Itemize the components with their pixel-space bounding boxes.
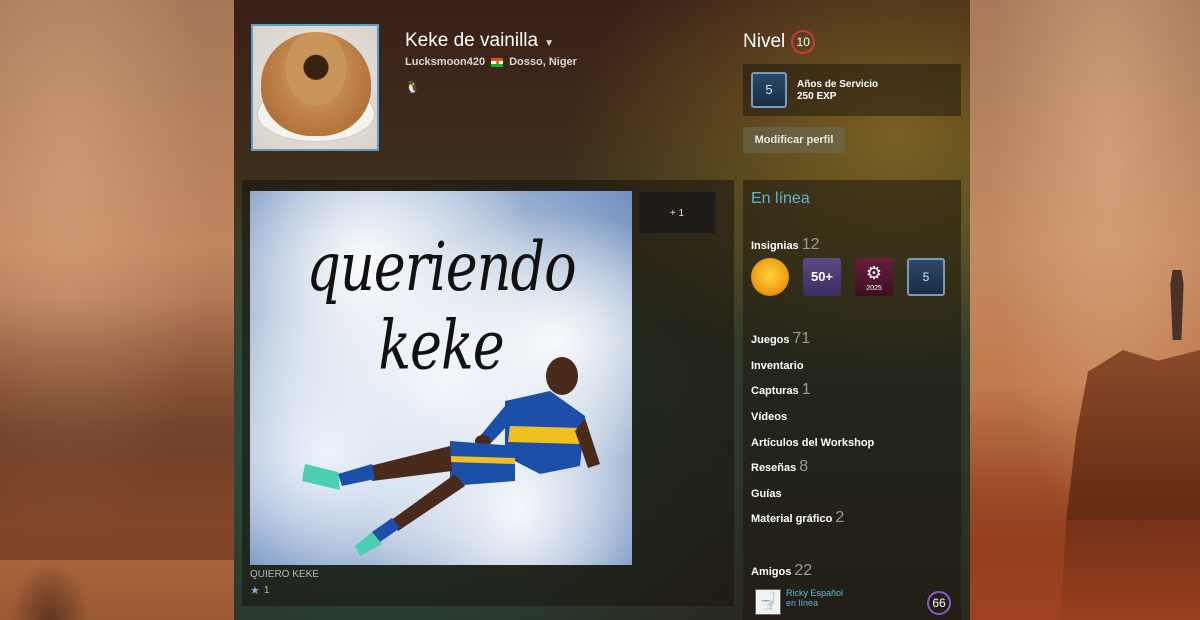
years-of-service-badge-icon[interactable]: 5: [907, 258, 945, 296]
artwork-showcase: queriendo keke + 1 QUIERO KEKE ★ 1: [242, 180, 734, 606]
background-tower: [1170, 270, 1184, 340]
toilet-icon: 🚽: [758, 593, 778, 610]
background-plant: [10, 560, 90, 620]
chevron-down-icon: ▼: [544, 37, 554, 49]
games-link[interactable]: Juegos 71: [751, 330, 810, 348]
badges-count: 12: [801, 236, 820, 253]
showcase-artwork-image[interactable]: queriendo keke: [250, 191, 632, 565]
reviews-label: Reseñas: [751, 462, 797, 474]
years-of-service-box[interactable]: 5 Años de Servicio 250 EXP: [743, 64, 961, 116]
friend-avatar[interactable]: 🚽: [755, 589, 781, 615]
friend-level-badge: 66: [927, 591, 951, 615]
friends-label: Amigos: [751, 566, 792, 578]
screenshots-count: 1: [801, 381, 811, 398]
background-right: [970, 0, 1200, 620]
coin-badge-icon[interactable]: [751, 258, 789, 296]
background-ground: [970, 520, 1200, 620]
profile-page: Keke de vainilla ▼ Lucksmoon420 Dosso, N…: [234, 0, 970, 620]
edit-profile-button[interactable]: Modificar perfil: [743, 127, 845, 153]
background-left: [0, 0, 234, 620]
games-count: 71: [792, 330, 811, 347]
artwork-caption[interactable]: QUIERO KEKE: [250, 569, 319, 580]
videos-link[interactable]: Vídeos: [751, 411, 787, 423]
friend-name[interactable]: Ricky Español: [786, 588, 843, 598]
profile-subline: Lucksmoon420 Dosso, Niger: [405, 56, 577, 68]
screenshots-label: Capturas: [751, 385, 799, 397]
screenshots-link[interactable]: Capturas 1: [751, 381, 811, 399]
games-label: Juegos: [751, 334, 790, 346]
workshop-label: Artículos del Workshop: [751, 437, 875, 449]
inventory-label: Inventario: [751, 360, 804, 372]
level-label: Nivel: [743, 31, 786, 52]
reclining-player-figure: [302, 357, 600, 556]
games-50-badge-icon[interactable]: 50+: [803, 258, 841, 296]
badges-label: Insignias: [751, 240, 799, 252]
friends-link[interactable]: Amigos 22: [751, 562, 812, 580]
videos-label: Vídeos: [751, 411, 788, 423]
penguin-icon[interactable]: 🐧: [405, 80, 420, 94]
reviews-count: 8: [799, 458, 809, 475]
artwork-count: 2: [835, 509, 845, 526]
location-text: Dosso, Niger: [509, 56, 577, 68]
persona-name-dropdown[interactable]: Keke de vainilla ▼: [405, 30, 554, 52]
inventory-link[interactable]: Inventario: [751, 360, 804, 372]
background-rock: [0, 300, 234, 560]
reviews-link[interactable]: Reseñas 8: [751, 458, 808, 476]
workshop-link[interactable]: Artículos del Workshop: [751, 437, 874, 449]
profile-avatar[interactable]: [251, 24, 379, 151]
friends-count: 22: [794, 562, 813, 579]
persona-name: Keke de vainilla: [405, 30, 539, 51]
avatar-cake: [261, 32, 371, 136]
award-count: 1: [263, 585, 270, 596]
badges-link[interactable]: Insignias 12: [751, 236, 819, 254]
award-row[interactable]: ★ 1: [250, 584, 269, 597]
steam-2025-badge-icon[interactable]: ⚙ 2025: [855, 258, 893, 296]
artwork-link[interactable]: Material gráfico 2: [751, 509, 844, 527]
level-row: Nivel 10: [743, 30, 816, 54]
artwork-label: Material gráfico: [751, 513, 833, 525]
friend-status: en línea: [786, 598, 819, 608]
steam-badge-year: 2025: [866, 285, 882, 292]
award-icon: ★: [250, 585, 260, 597]
service-title: Años de Servicio: [797, 79, 879, 90]
badges-row: 50+ ⚙ 2025 5: [751, 258, 945, 296]
online-status: En línea: [751, 190, 810, 207]
years-of-service-icon: 5: [751, 72, 787, 108]
account-name: Lucksmoon420: [405, 56, 486, 68]
guides-label: Guías: [751, 488, 782, 500]
guides-link[interactable]: Guías: [751, 488, 782, 500]
showcase-more-button[interactable]: + 1: [638, 191, 716, 234]
profile-sidebar: En línea Insignias 12 50+ ⚙ 2025 5 Juegos…: [743, 180, 961, 620]
niger-flag-icon: [491, 57, 504, 67]
level-badge[interactable]: 10: [791, 30, 816, 54]
service-exp: 250 EXP: [797, 91, 837, 102]
steam-logo-icon: ⚙: [865, 263, 883, 283]
